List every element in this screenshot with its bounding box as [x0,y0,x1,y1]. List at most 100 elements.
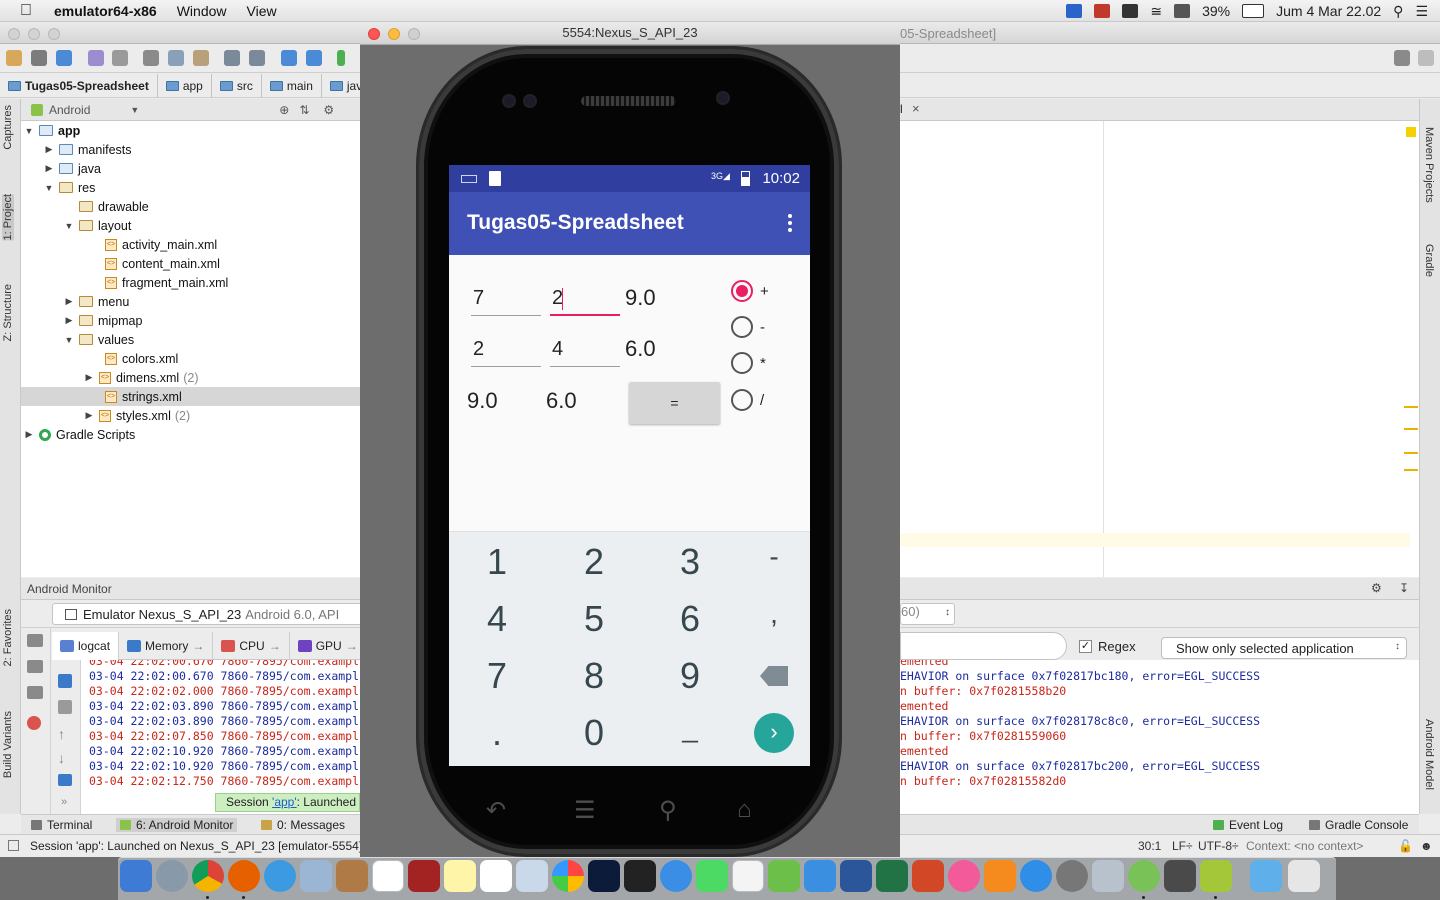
android-emulator-icon[interactable] [1200,860,1232,892]
balloon-link[interactable]: 'app' [272,795,297,809]
tree-node-content-main[interactable]: <> content_main.xml [21,254,360,273]
search-everywhere-icon[interactable] [1394,50,1410,66]
preview-icon[interactable] [300,860,332,892]
menu-app-name[interactable]: emulator64-x86 [54,3,157,19]
expand-icon[interactable]: ▶ [43,144,55,155]
android-studio-icon[interactable] [1128,860,1160,892]
dropbox-icon[interactable] [1066,4,1083,18]
expand-icon[interactable]: ▶ [43,163,55,174]
notes-icon[interactable] [444,860,476,892]
screenshot-icon[interactable] [27,634,43,647]
tree-node-activity-main[interactable]: <> activity_main.xml [21,235,360,254]
breadcrumb-app[interactable]: app [158,73,212,98]
inspector-icon[interactable]: ☻ [1420,839,1433,853]
undo-icon[interactable] [88,50,104,66]
spotlight-icon[interactable]: ⚲ [1393,3,1403,20]
tab-cpu[interactable]: CPU → [213,631,290,660]
tab-messages[interactable]: 0: Messages [261,818,345,832]
launchpad-icon[interactable] [156,860,188,892]
key-3[interactable]: 3 [660,541,720,583]
disk-utility-icon[interactable] [1092,860,1124,892]
key-9[interactable]: 9 [660,655,720,697]
emulator-zoom-button[interactable] [408,28,420,40]
home-nav-icon[interactable]: ⌂ [737,796,752,824]
facetime-icon[interactable] [696,860,728,892]
emulator-minimize-button[interactable] [388,28,400,40]
expand-icon[interactable]: ▼ [63,335,75,345]
file-encoding[interactable]: UTF-8÷ [1198,839,1239,853]
tab-build-variants[interactable]: Build Variants [2,711,14,778]
gear-icon[interactable]: ⚙ [323,103,334,117]
close-icon[interactable]: × [912,101,920,116]
expand-icon[interactable]: ▼ [43,183,55,193]
checkbox-checked-icon[interactable]: ✓ [1079,640,1092,653]
tree-node-drawable[interactable]: drawable [21,197,360,216]
warning-marker[interactable] [1406,127,1416,137]
radio-minus[interactable] [731,316,753,338]
app-status-icon[interactable] [1094,4,1111,18]
chevron-down-icon[interactable]: ▼ [130,105,139,115]
run-icon[interactable] [337,50,345,66]
hide-panel-icon[interactable]: ↧ [1399,581,1409,595]
notification-center-icon[interactable]: ☰ [1415,3,1428,20]
tab-favorites[interactable]: 2: Favorites [2,609,14,666]
photos-icon[interactable] [552,860,584,892]
sync-icon[interactable] [56,50,72,66]
tree-node-mipmap[interactable]: ▶ mipmap [21,311,360,330]
calendar-icon[interactable] [372,860,404,892]
tree-node-java[interactable]: ▶ java [21,159,360,178]
itunes-icon[interactable] [948,860,980,892]
ide-minimize-button[interactable] [28,28,40,40]
key-8[interactable]: 8 [564,655,624,697]
search-nav-icon[interactable]: ⚲ [659,796,677,825]
scroll-to-end-icon[interactable] [58,700,72,714]
photoshop-icon[interactable] [588,860,620,892]
regex-checkbox[interactable]: ✓ Regex [1079,639,1136,654]
tab-captures[interactable]: Captures [2,105,14,150]
wifi-icon[interactable]: ≅ [1150,3,1162,20]
menu-window[interactable]: Window [177,3,227,19]
tree-node-res[interactable]: ▼ res [21,178,360,197]
tab-memory[interactable]: Memory → [119,631,214,660]
process-select[interactable]: 60) ↕ [900,603,955,625]
contacts-icon[interactable] [336,860,368,892]
save-icon[interactable] [31,50,47,66]
key-6[interactable]: 6 [660,598,720,640]
firefox-icon[interactable] [228,860,260,892]
key-7[interactable]: 7 [467,655,527,697]
forward-icon[interactable] [306,50,322,66]
numbers-icon[interactable] [768,860,800,892]
soft-wrap-icon[interactable] [58,774,72,786]
scroll-marker[interactable] [1404,452,1418,454]
device-select[interactable]: Emulator Nexus_S_API_23 Android 6.0, API [52,603,362,625]
keynote-icon[interactable] [804,860,836,892]
breadcrumb-project[interactable]: Tugas05-Spreadsheet [0,73,158,98]
scroll-marker[interactable] [1404,406,1418,408]
key-comma[interactable]: , [744,598,804,630]
sublime-icon[interactable] [1164,860,1196,892]
adobe-icon[interactable] [1122,4,1139,18]
pin-icon[interactable]: → [269,639,281,653]
tree-node-manifests[interactable]: ▶ manifests [21,140,360,159]
redo-icon[interactable] [112,50,128,66]
input-b2[interactable]: 4 [550,331,620,367]
logcat-output-right[interactable]: emented EHAVIOR on surface 0x7f02817bc18… [900,660,1419,814]
go-button[interactable]: › [754,713,794,753]
tree-node-styles[interactable]: ▶ <> styles.xml (2) [21,406,360,425]
project-view-select[interactable]: Android [49,103,90,117]
status-message[interactable]: Session 'app': Launched on Nexus_S_API_2… [30,839,362,853]
terminate-icon[interactable] [27,716,41,730]
messages-app-icon[interactable] [660,860,692,892]
pin-icon[interactable]: → [346,639,358,653]
key-4[interactable]: 4 [467,598,527,640]
tree-node-fragment-main[interactable]: <> fragment_main.xml [21,273,360,292]
tab-gpu[interactable]: GPU → [290,631,367,660]
overflow-menu-icon[interactable] [788,214,792,234]
down-arrow-icon[interactable]: ↓ [58,750,65,766]
emulator-close-button[interactable] [368,28,380,40]
breadcrumb-main[interactable]: main [262,73,322,98]
expand-icon[interactable]: ▼ [63,221,75,231]
ide-zoom-button[interactable] [48,28,60,40]
logcat-search-input[interactable] [900,632,1067,660]
log-filter-select[interactable]: Show only selected application ↕ [1161,637,1407,659]
